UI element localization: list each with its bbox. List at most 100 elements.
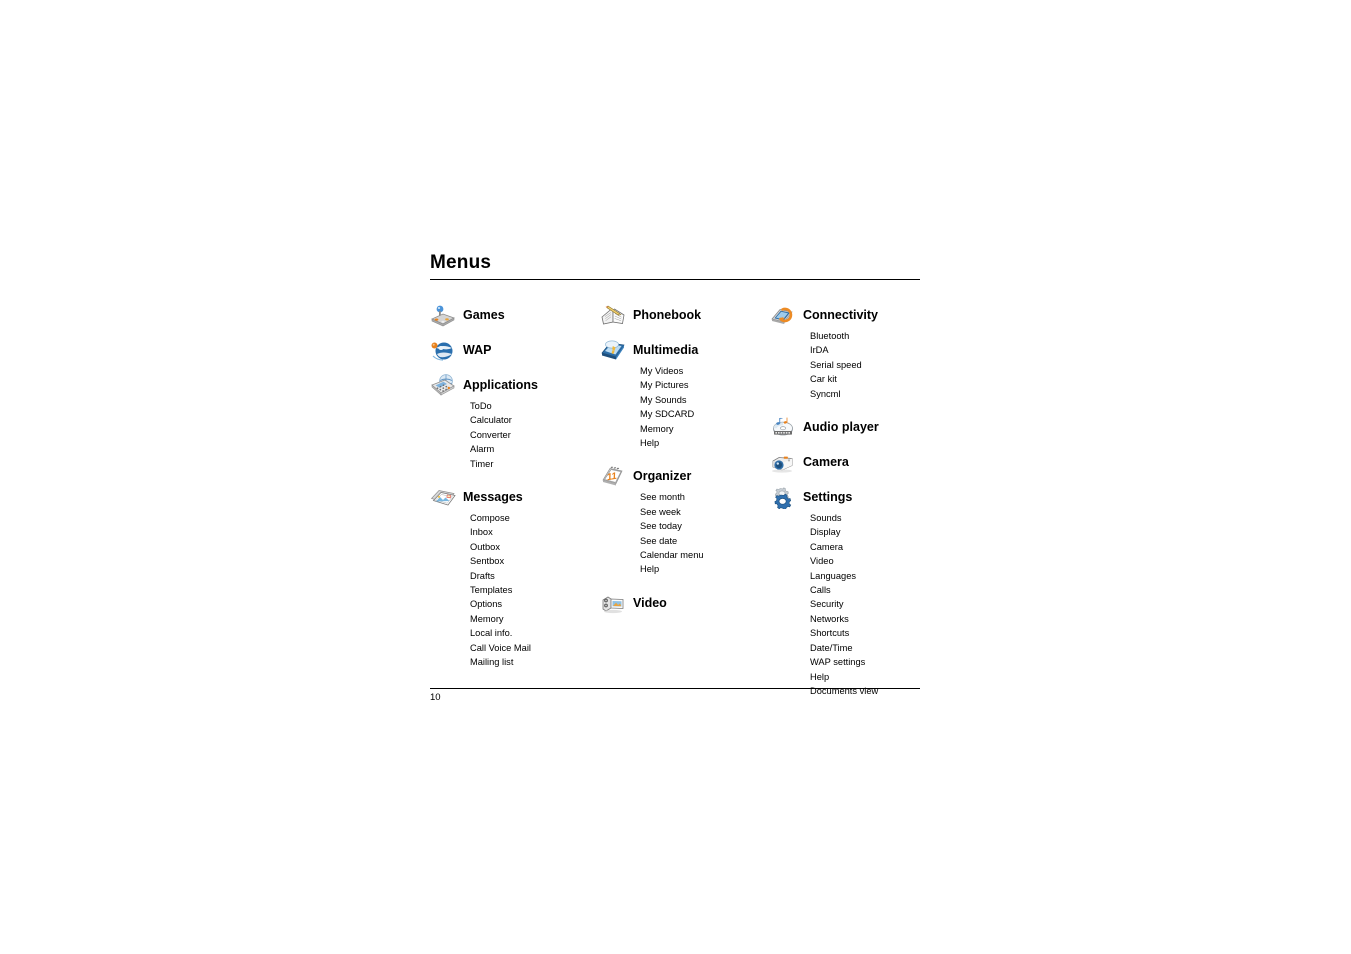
svg-text:11: 11 — [606, 471, 617, 483]
menu-group-camera[interactable]: Camera — [770, 449, 920, 475]
menu-group-games[interactable]: Games — [430, 302, 600, 328]
menu-sub-item[interactable]: See today — [640, 519, 770, 533]
menu-group-settings[interactable]: Settings Sounds Display Camera Video Lan… — [770, 484, 920, 698]
menu-sub-item[interactable]: Templates — [470, 583, 600, 597]
menu-group-header[interactable]: Audio player — [770, 414, 920, 440]
menu-sub-list: Bluetooth IrDA Serial speed Car kit Sync… — [770, 329, 920, 401]
menu-sub-item[interactable]: My Videos — [640, 364, 770, 378]
menu-sub-item[interactable]: Compose — [470, 511, 600, 525]
menu-column-2: Phonebook Multimedia My Videos My Pictur… — [600, 302, 770, 698]
menu-group-header[interactable]: Phonebook — [600, 302, 770, 328]
menu-group-label: Applications — [463, 378, 539, 392]
menu-sub-item[interactable]: Options — [470, 597, 600, 611]
menu-sub-item[interactable]: Shortcuts — [810, 626, 920, 640]
menu-sub-item[interactable]: Date/Time — [810, 641, 920, 655]
menu-sub-item[interactable]: Bluetooth — [810, 329, 920, 343]
menu-sub-item[interactable]: Calendar menu — [640, 548, 770, 562]
menu-group-header[interactable]: Camera — [770, 449, 920, 475]
menu-sub-item[interactable]: See date — [640, 534, 770, 548]
menu-sub-item[interactable]: Outbox — [470, 540, 600, 554]
menu-sub-item[interactable]: Display — [810, 525, 920, 539]
calculator-icon — [430, 373, 456, 397]
connectivity-icon — [770, 303, 796, 327]
menu-group-label: Video — [633, 595, 667, 610]
menu-group-header[interactable]: 11 Organizer — [600, 463, 770, 489]
menu-sub-item[interactable]: Drafts — [470, 569, 600, 583]
menu-group-applications[interactable]: Applications ToDo Calculator Converter A… — [430, 372, 600, 471]
menu-sub-item[interactable]: IrDA — [810, 343, 920, 357]
menu-sub-item[interactable]: ToDo — [470, 399, 600, 413]
gears-icon — [770, 485, 796, 510]
menu-sub-item[interactable]: Serial speed — [810, 358, 920, 372]
menu-group-header[interactable]: WAP — [430, 337, 600, 363]
menu-group-phonebook[interactable]: Phonebook — [600, 302, 770, 328]
messages-icon — [430, 485, 456, 509]
menu-sub-item[interactable]: Timer — [470, 457, 600, 471]
menu-sub-item[interactable]: See month — [640, 490, 770, 504]
menu-sub-item[interactable]: Security — [810, 597, 920, 611]
menu-sub-item[interactable]: Help — [640, 436, 770, 450]
menu-group-header[interactable]: Connectivity — [770, 302, 920, 328]
menu-group-label: Messages — [463, 490, 523, 505]
menu-sub-item[interactable]: Sounds — [810, 511, 920, 525]
menu-group-header[interactable]: Messages — [430, 484, 600, 510]
menu-group-header[interactable]: Applications — [430, 372, 600, 398]
cd-music-icon — [770, 415, 796, 439]
menu-sub-item[interactable]: Networks — [810, 612, 920, 626]
menu-sub-item[interactable]: My Sounds — [640, 393, 770, 407]
menu-group-label: Games — [463, 308, 505, 322]
menu-group-header[interactable]: Games — [430, 302, 600, 328]
menu-sub-item[interactable]: Inbox — [470, 525, 600, 539]
menu-group-audio-player[interactable]: Audio player — [770, 414, 920, 440]
menu-sub-item[interactable]: Calls — [810, 583, 920, 597]
menu-sub-item[interactable]: Camera — [810, 540, 920, 554]
menu-sub-item[interactable]: Syncml — [810, 387, 920, 401]
menu-sub-list: See month See week See today See date Ca… — [600, 490, 770, 576]
menu-sub-list: Compose Inbox Outbox Sentbox Drafts Temp… — [430, 511, 600, 669]
menu-group-multimedia[interactable]: Multimedia My Videos My Pictures My Soun… — [600, 337, 770, 450]
globe-icon — [430, 338, 456, 362]
menu-group-wap[interactable]: WAP — [430, 337, 600, 363]
menu-sub-item[interactable]: My Pictures — [640, 378, 770, 392]
menu-sub-item[interactable]: Video — [810, 554, 920, 568]
menu-sub-item[interactable]: Calculator — [470, 413, 600, 427]
menu-sub-item[interactable]: Memory — [640, 422, 770, 436]
menu-sub-item[interactable]: Mailing list — [470, 655, 600, 669]
menu-sub-item[interactable]: Sentbox — [470, 554, 600, 568]
menu-group-connectivity[interactable]: Connectivity Bluetooth IrDA Serial speed… — [770, 302, 920, 401]
menu-group-label: Audio player — [803, 420, 879, 435]
menu-sub-item[interactable]: See week — [640, 505, 770, 519]
page-footer: 10 — [430, 688, 920, 704]
menu-sub-item[interactable]: Alarm — [470, 442, 600, 456]
menu-sub-item[interactable]: WAP settings — [810, 655, 920, 669]
menu-group-organizer[interactable]: 11 Organizer See month See week See toda… — [600, 463, 770, 576]
menu-sub-item[interactable]: Help — [640, 562, 770, 576]
menu-sub-item[interactable]: Car kit — [810, 372, 920, 386]
menu-group-header[interactable]: Multimedia — [600, 337, 770, 363]
menu-column-3: Connectivity Bluetooth IrDA Serial speed… — [770, 302, 920, 698]
menu-sub-item[interactable]: Call Voice Mail — [470, 641, 600, 655]
menu-sub-item[interactable]: Help — [810, 670, 920, 684]
menu-group-header[interactable]: Video — [600, 590, 770, 616]
header-divider — [430, 279, 920, 280]
menu-group-label: WAP — [463, 343, 492, 357]
menu-group-label: Multimedia — [633, 343, 699, 357]
menu-sub-item[interactable]: Converter — [470, 428, 600, 442]
menu-group-video[interactable]: Video — [600, 590, 770, 616]
menu-sub-item[interactable]: My SDCARD — [640, 407, 770, 421]
menu-group-messages[interactable]: Messages Compose Inbox Outbox Sentbox Dr… — [430, 484, 600, 669]
address-book-icon — [600, 303, 626, 327]
menu-sub-list: ToDo Calculator Converter Alarm Timer — [430, 399, 600, 471]
page-number: 10 — [430, 692, 441, 703]
menu-sub-item[interactable]: Languages — [810, 569, 920, 583]
menu-group-header[interactable]: Settings — [770, 484, 920, 510]
calendar-icon: 11 — [600, 464, 626, 488]
menu-sub-list: My Videos My Pictures My Sounds My SDCAR… — [600, 364, 770, 450]
menu-sub-item[interactable]: Memory — [470, 612, 600, 626]
menu-sub-item[interactable]: Local info. — [470, 626, 600, 640]
